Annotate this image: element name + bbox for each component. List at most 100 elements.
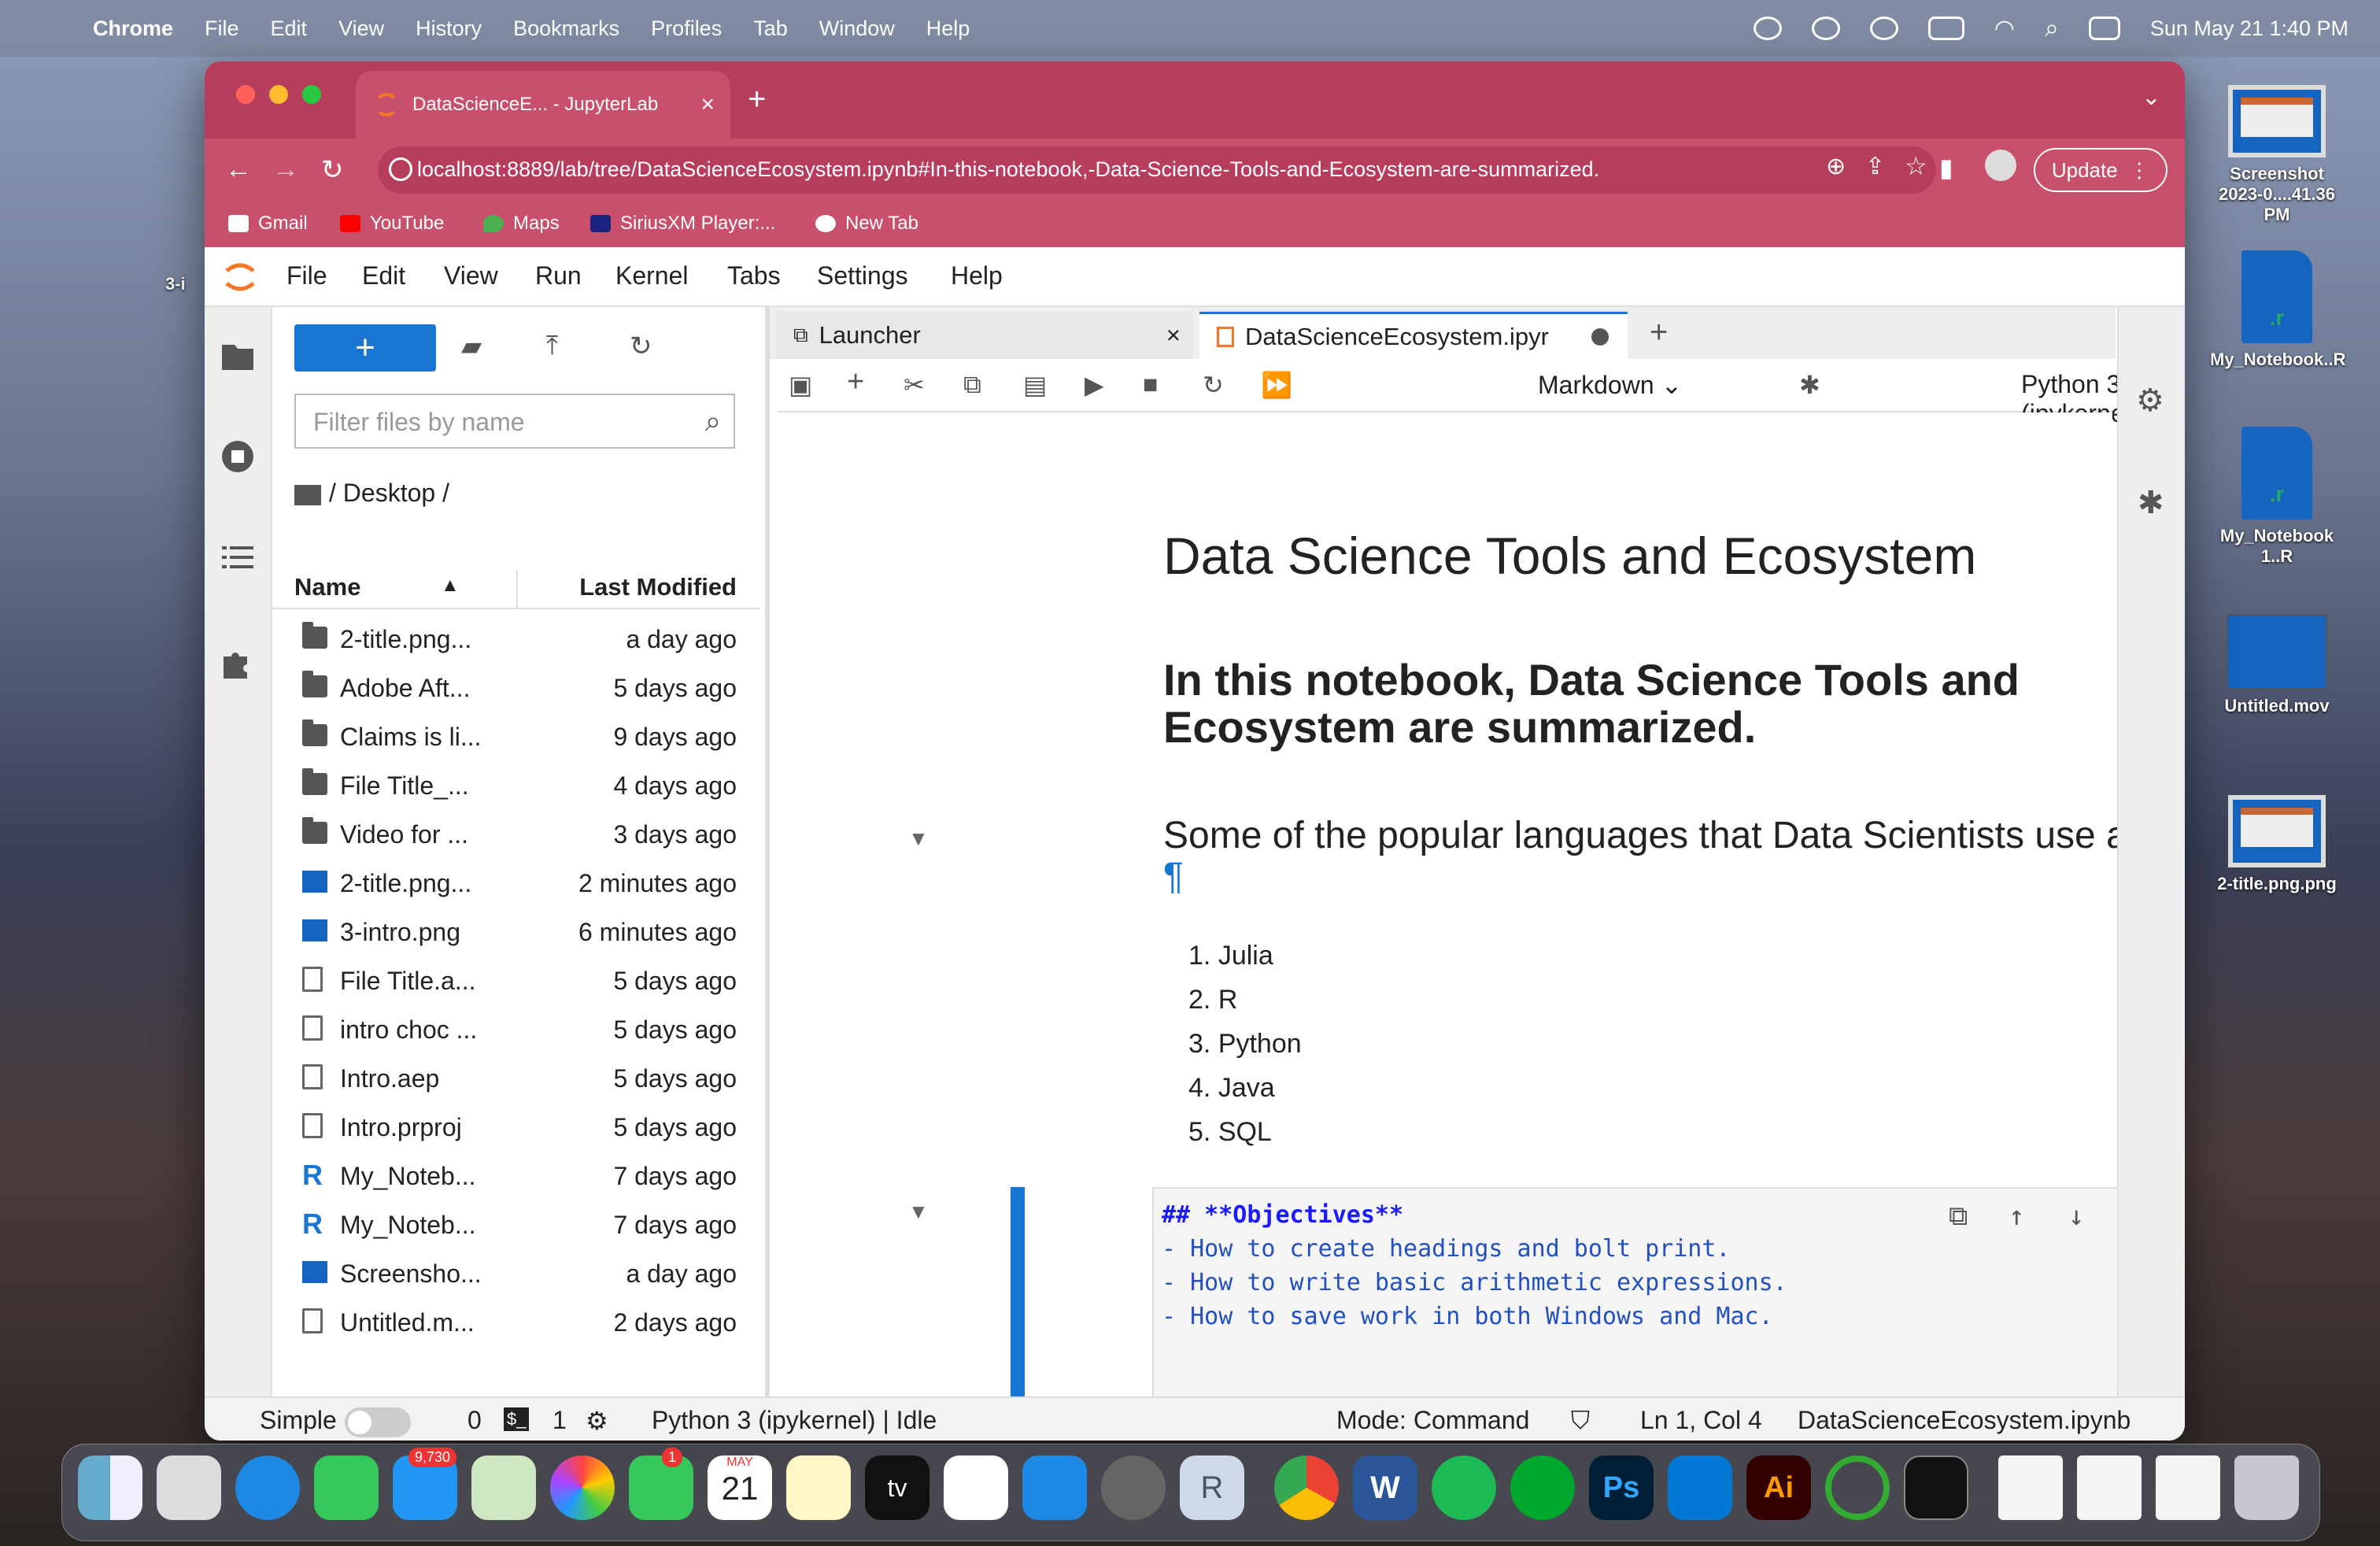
recent-window-thumbnail[interactable] [2156, 1455, 2220, 1520]
new-tab-button[interactable]: + [748, 82, 766, 117]
simple-mode-toggle[interactable] [345, 1407, 411, 1437]
collapse-heading-icon[interactable]: ▼ [908, 827, 929, 851]
illustrator-icon[interactable]: Ai [1746, 1455, 1811, 1520]
menubar-tab[interactable]: Tab [753, 17, 788, 41]
file-row[interactable]: Claims is li... 9 days ago [272, 713, 760, 762]
table-of-contents-icon[interactable] [220, 540, 255, 575]
jupyter-logo-icon[interactable] [222, 257, 258, 296]
tab-notebook[interactable]: DataScienceEcosystem.ipyr [1199, 312, 1628, 359]
extensions-puzzle-icon[interactable] [220, 645, 255, 680]
unsaved-dot-icon[interactable] [1591, 327, 1609, 346]
recent-window-thumbnail[interactable] [1998, 1455, 2063, 1520]
anchor-link-icon[interactable]: ¶ [1163, 856, 1184, 897]
duplicate-cell-icon[interactable]: ⧉ [1949, 1200, 1968, 1233]
fast-forward-icon[interactable]: ⏩ [1261, 370, 1292, 400]
desktop-icon-untitled-mov[interactable]: Untitled.mov [2210, 598, 2344, 716]
menubar-history[interactable]: History [416, 17, 482, 41]
file-row[interactable]: Untitled.m... 2 days ago [272, 1299, 760, 1348]
jupyter-menu-settings[interactable]: Settings [817, 261, 908, 290]
address-bar[interactable]: localhost:8889/lab/tree/DataScienceEcosy… [378, 146, 1936, 194]
messages-icon[interactable] [314, 1455, 379, 1520]
browser-tab-active[interactable]: DataScienceE... - JupyterLab × [356, 71, 730, 139]
file-row[interactable]: Screensho... a day ago [272, 1250, 760, 1299]
trusted-shield-icon[interactable]: ⛉ [1571, 1406, 1590, 1436]
evernote-icon[interactable] [1510, 1455, 1575, 1520]
stop-icon[interactable]: ■ [1143, 370, 1158, 399]
new-launcher-button[interactable]: + [294, 324, 436, 372]
file-row[interactable]: Adobe Aft... 5 days ago [272, 664, 760, 713]
file-row[interactable]: 2-title.png... 2 minutes ago [272, 860, 760, 908]
share-icon[interactable]: ⇪ [1865, 153, 1885, 180]
tab-launcher[interactable]: ⧉ Launcher × [776, 312, 1193, 359]
creative-cloud-icon[interactable] [1753, 17, 1782, 40]
menubar-edit[interactable]: Edit [271, 17, 308, 41]
calendar-icon[interactable]: MAY 21 [708, 1455, 772, 1520]
file-row[interactable]: File Title.a... 5 days ago [272, 957, 760, 1006]
run-icon[interactable]: ▶ [1085, 370, 1104, 400]
folder-icon[interactable] [294, 484, 321, 505]
move-down-icon[interactable]: ↓ [2068, 1200, 2084, 1233]
add-tab-button[interactable]: + [1650, 315, 1668, 350]
maps-app-icon[interactable] [471, 1455, 536, 1520]
play-status-icon[interactable] [1869, 17, 1898, 40]
recent-window-thumbnail[interactable] [2077, 1455, 2142, 1520]
kernel-count[interactable]: 1 [552, 1406, 567, 1435]
refresh-icon[interactable]: ↻ [630, 331, 652, 362]
menubar-clock[interactable]: Sun May 21 1:40 PM [2150, 17, 2349, 41]
jupyter-menu-tabs[interactable]: Tabs [727, 261, 781, 290]
terminal-app-icon[interactable] [1904, 1455, 1968, 1520]
sidebar-icon[interactable]: ▮ [1939, 153, 1953, 183]
menubar-file[interactable]: File [205, 17, 239, 41]
spotify-icon[interactable] [1432, 1455, 1496, 1520]
file-row[interactable]: Intro.prproj 5 days ago [272, 1104, 760, 1152]
cut-icon[interactable]: ✂ [904, 370, 925, 400]
bookmark-gmail[interactable]: Gmail [228, 213, 308, 235]
file-row[interactable]: 2-title.png... a day ago [272, 616, 760, 664]
close-tab-icon[interactable]: × [1166, 321, 1181, 350]
file-row[interactable]: intro choc ... 5 days ago [272, 1006, 760, 1055]
terminal-count[interactable]: 0 [468, 1406, 482, 1435]
property-inspector-gear-icon[interactable]: ⚙ [2136, 383, 2164, 419]
debugger-bug-icon[interactable]: ✱ [2138, 485, 2164, 521]
cell-type-select[interactable]: Markdown ⌄ [1538, 370, 1682, 400]
kernel-status-text[interactable]: Python 3 (ipykernel) | Idle [652, 1406, 937, 1435]
forward-arrow-icon[interactable]: → [272, 154, 299, 185]
facetime-icon[interactable] [629, 1455, 693, 1520]
vscode-icon[interactable] [1668, 1455, 1732, 1520]
cursor-position[interactable]: Ln 1, Col 4 [1640, 1406, 1762, 1435]
chevron-down-icon[interactable]: ⌄ [2142, 83, 2161, 111]
paste-icon[interactable]: ▤ [1023, 370, 1047, 400]
apple-tv-icon[interactable]: tv [865, 1455, 929, 1520]
back-arrow-icon[interactable]: ← [225, 154, 252, 185]
photoshop-icon[interactable]: Ps [1589, 1455, 1654, 1520]
sort-ascending-icon[interactable]: ▲ [441, 575, 460, 597]
bookmark-maps[interactable]: Maps [483, 213, 560, 235]
desktop-icon-my-notebook-1[interactable]: .r My_Notebook 1..R [2210, 427, 2344, 567]
markdown-cell-editor[interactable]: ## **Objectives** - How to create headin… [1152, 1187, 2185, 1409]
chrome-dock-icon[interactable] [1274, 1455, 1339, 1520]
system-settings-icon[interactable] [1101, 1455, 1166, 1520]
safari-icon[interactable] [235, 1455, 300, 1520]
file-row[interactable]: R My_Noteb... 7 days ago [272, 1201, 760, 1250]
column-header-name[interactable]: Name [294, 573, 360, 601]
menubar-window[interactable]: Window [819, 17, 895, 41]
trash-icon[interactable] [2234, 1455, 2299, 1520]
launchpad-icon[interactable] [157, 1455, 221, 1520]
desktop-icon-2-title[interactable]: 2-title.png.png [2210, 779, 2344, 894]
menubar-help[interactable]: Help [926, 17, 970, 41]
bookmark-star-icon[interactable]: ☆ [1905, 151, 1927, 181]
news-icon[interactable] [944, 1455, 1008, 1520]
terminal-icon[interactable]: $_ [504, 1407, 530, 1431]
mode-indicator[interactable]: Mode: Command [1336, 1406, 1529, 1435]
status-filename[interactable]: DataScienceEcosystem.ipynb [1798, 1406, 2131, 1435]
r-app-icon[interactable]: R [1180, 1455, 1244, 1520]
file-row[interactable]: R My_Noteb... 7 days ago [272, 1152, 760, 1201]
active-cell-indicator[interactable] [1011, 1187, 1025, 1409]
zoom-window-button[interactable] [302, 85, 321, 104]
save-icon[interactable]: ▣ [789, 370, 812, 400]
debugger-bug-icon[interactable]: ✱ [1799, 370, 1820, 400]
file-row[interactable]: Video for ... 3 days ago [272, 811, 760, 860]
update-button[interactable]: Update ⋮ [2034, 148, 2168, 192]
jupyter-menu-run[interactable]: Run [535, 261, 582, 290]
bookmark-youtube[interactable]: YouTube [340, 213, 444, 235]
